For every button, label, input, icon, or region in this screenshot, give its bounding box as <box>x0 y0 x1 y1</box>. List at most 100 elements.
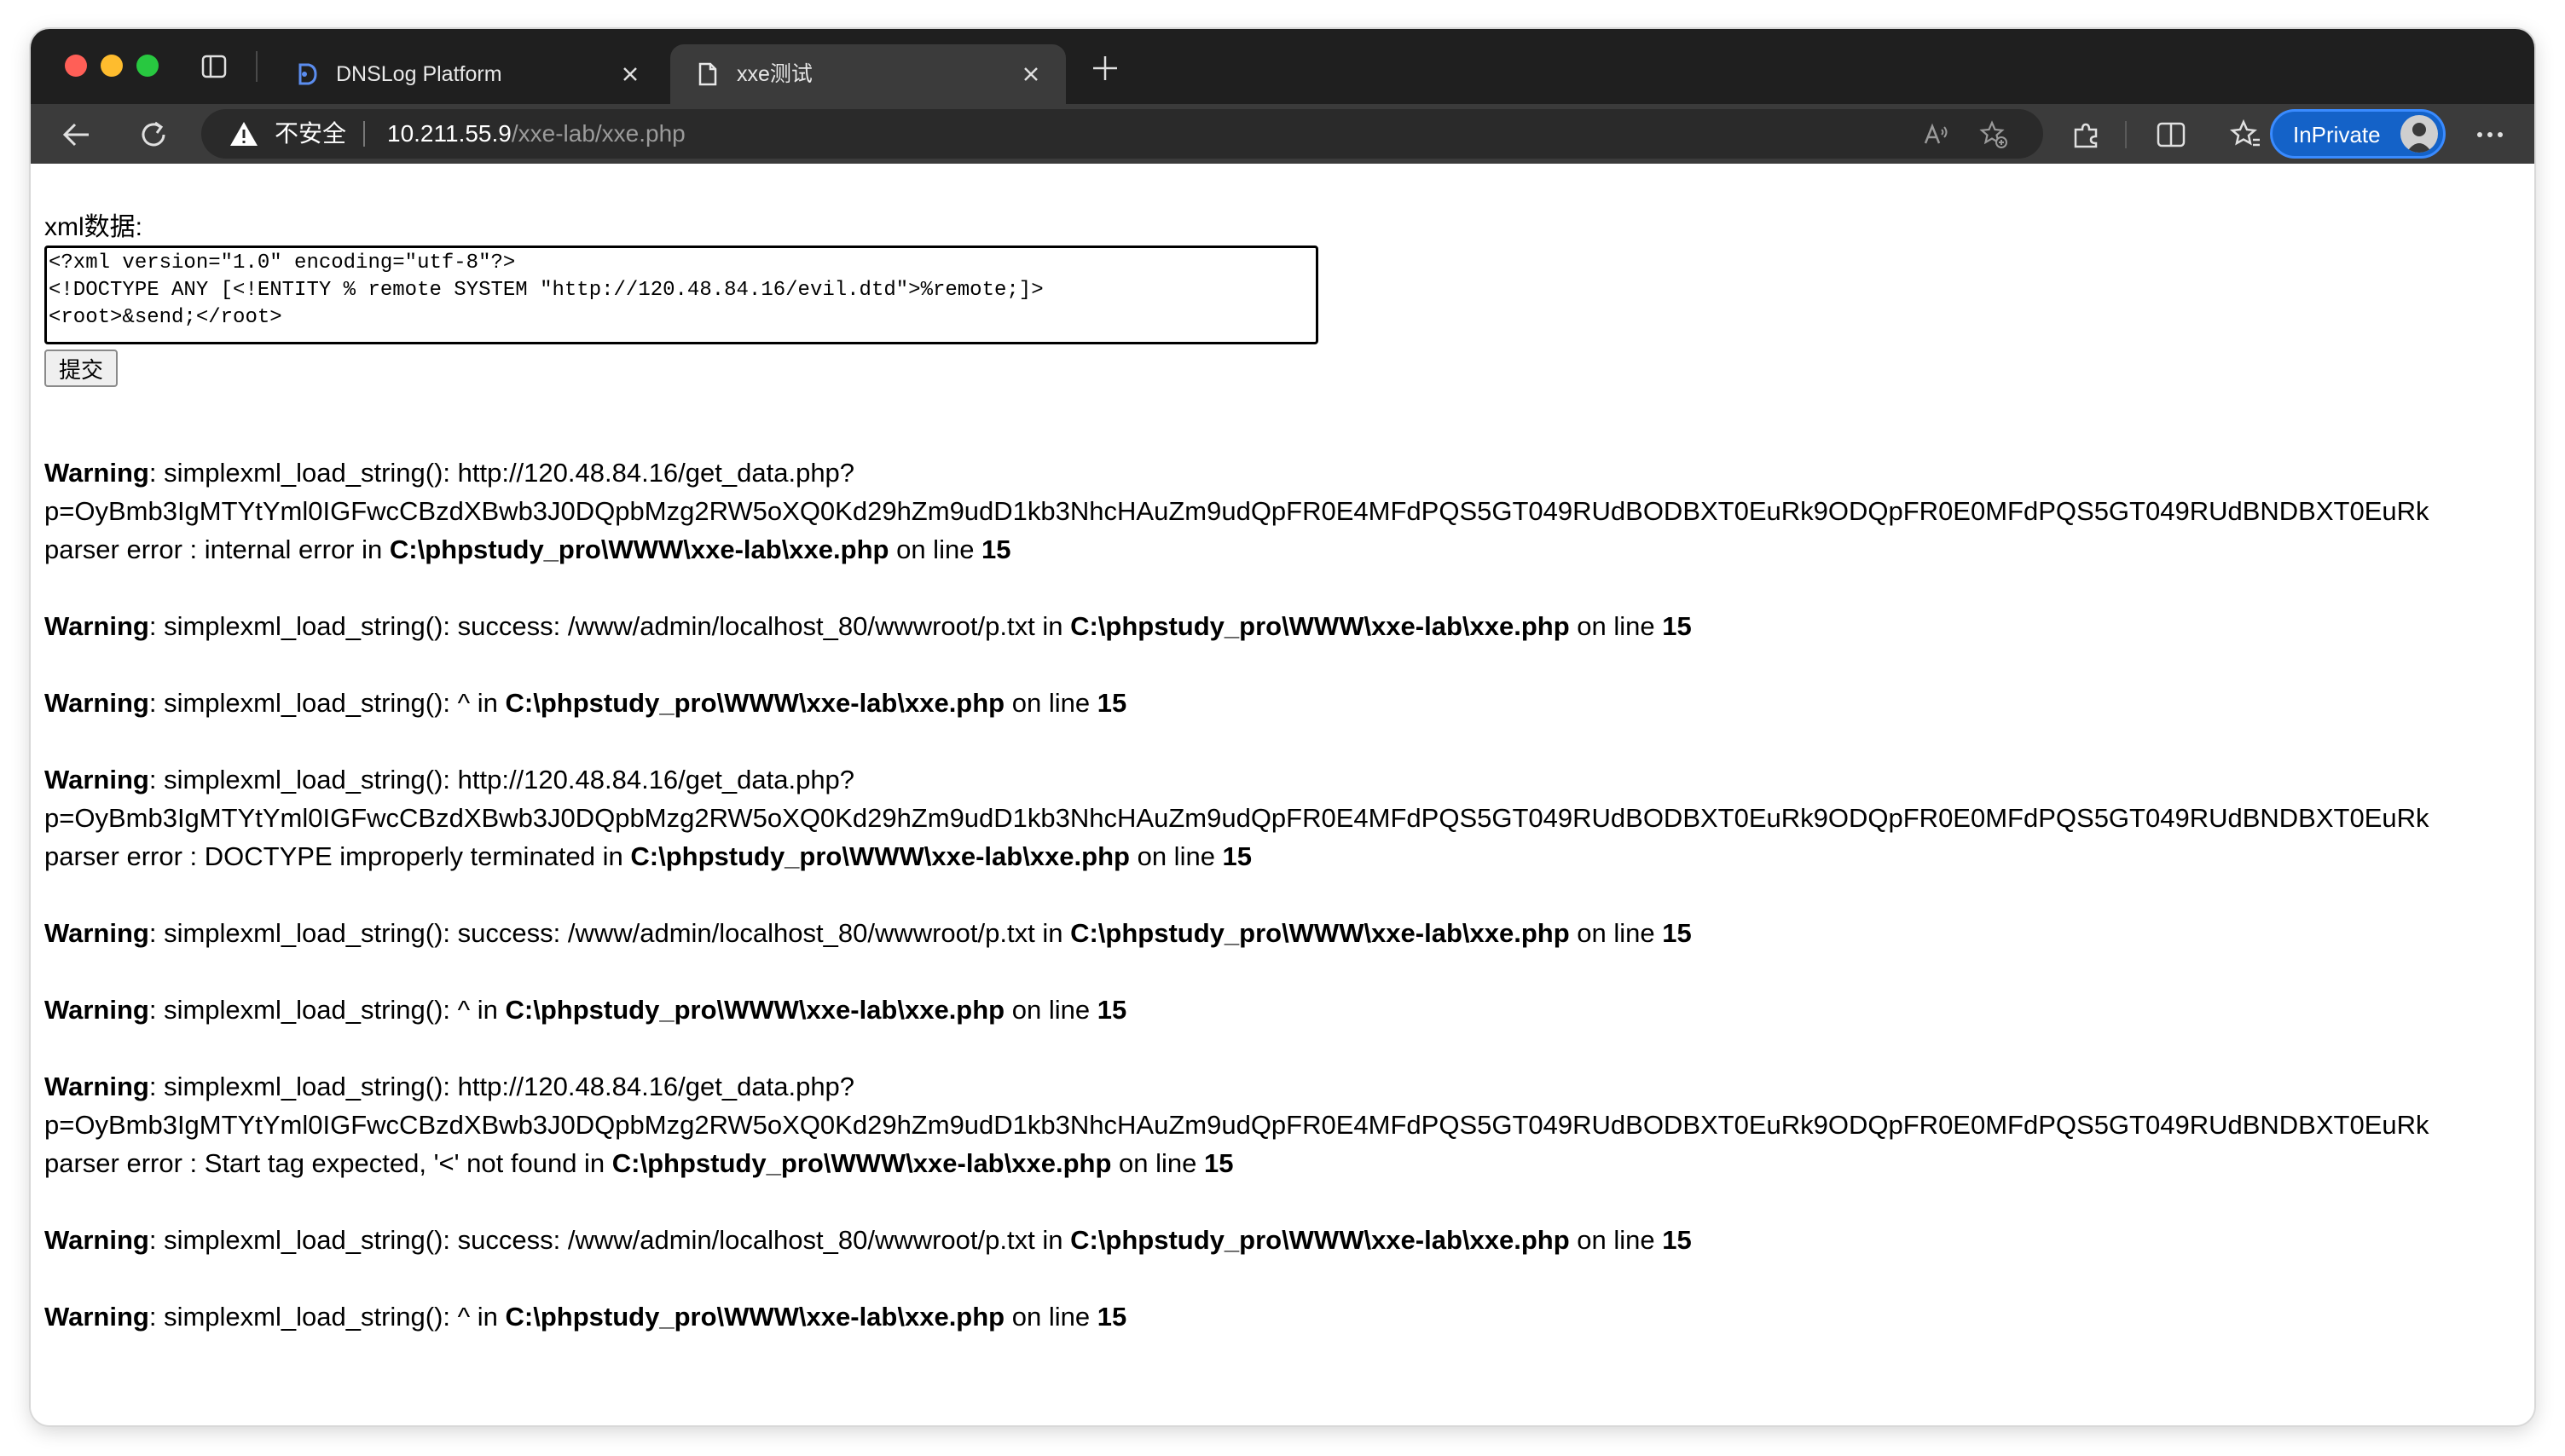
file-path: C:\phpstudy_pro\WWW\xxe-lab\xxe.php <box>1070 611 1570 641</box>
warning-message: Warning: simplexml_load_string(): succes… <box>44 607 2534 645</box>
tab-xxe[interactable]: xxe测试 <box>670 44 1066 104</box>
warning-line: parser error : internal error in C:\phps… <box>44 530 2534 569</box>
close-icon[interactable] <box>617 61 643 87</box>
warning-text: on line <box>1569 1225 1663 1255</box>
address-separator <box>363 121 365 147</box>
warning-line: Warning: simplexml_load_string(): succes… <box>44 1221 2534 1259</box>
tab-separator <box>256 51 258 82</box>
dnslog-favicon-icon <box>298 63 317 85</box>
minimize-window-button[interactable] <box>101 55 123 77</box>
warning-text: : simplexml_load_string(): success: /www… <box>148 918 1071 948</box>
warning-line: Warning: simplexml_load_string(): succes… <box>44 607 2534 645</box>
warning-text: : simplexml_load_string(): ^ in <box>148 1302 506 1332</box>
inprivate-label: InPrivate <box>2293 122 2381 147</box>
file-path: C:\phpstudy_pro\WWW\xxe-lab\xxe.php <box>505 688 1005 718</box>
warning-line: Warning: simplexml_load_string(): ^ in C… <box>44 1297 2534 1336</box>
warning-text: on line <box>1569 611 1663 641</box>
warning-text: : simplexml_load_string(): success: /www… <box>148 1225 1071 1255</box>
warning-text: on line <box>1129 841 1223 871</box>
line-number: 15 <box>1097 995 1127 1025</box>
line-number: 15 <box>1662 611 1692 641</box>
warning-message: Warning: simplexml_load_string(): succes… <box>44 1221 2534 1259</box>
xml-data-label: xml数据: <box>44 213 142 241</box>
warning-text: parser error : Start tag expected, '<' n… <box>44 1148 612 1178</box>
favorites-star-icon[interactable] <box>2229 118 2263 152</box>
warning-line: Warning: simplexml_load_string(): ^ in C… <box>44 991 2534 1029</box>
inprivate-button[interactable]: InPrivate <box>2270 109 2446 159</box>
back-arrow-icon[interactable] <box>58 116 96 153</box>
warning-text: on line <box>1569 918 1663 948</box>
close-window-button[interactable] <box>65 55 87 77</box>
tab-actions-icon[interactable] <box>201 55 227 78</box>
warning-text: on line <box>1005 688 1097 718</box>
warning-triangle-icon[interactable] <box>229 120 259 147</box>
warning-payload: p=OyBmb3IgMTYtYml0IGFwcCBzdXBwb3J0DQpbMz… <box>44 496 2429 526</box>
warning-message: Warning: simplexml_load_string(): ^ in C… <box>44 1297 2534 1336</box>
warning-label: Warning <box>44 765 149 794</box>
warning-label: Warning <box>44 1302 149 1332</box>
page-content: xml数据: <?xml version="1.0" encoding="utf… <box>31 164 2534 1425</box>
warning-label: Warning <box>44 611 149 641</box>
file-path: C:\phpstudy_pro\WWW\xxe-lab\xxe.php <box>1070 1225 1570 1255</box>
warning-label: Warning <box>44 688 149 718</box>
extensions-puzzle-icon[interactable] <box>2069 118 2103 152</box>
warning-line: Warning: simplexml_load_string(): http:/… <box>44 1067 2534 1106</box>
warning-text: : simplexml_load_string(): http://120.48… <box>148 458 855 488</box>
line-number: 15 <box>1222 841 1253 871</box>
file-path: C:\phpstudy_pro\WWW\xxe-lab\xxe.php <box>630 841 1130 871</box>
maximize-window-button[interactable] <box>136 55 159 77</box>
line-number: 15 <box>1662 1225 1692 1255</box>
tab-title: xxe测试 <box>737 62 813 86</box>
warning-line: Warning: simplexml_load_string(): http:/… <box>44 760 2534 799</box>
warning-line: Warning: simplexml_load_string(): http:/… <box>44 454 2534 492</box>
line-number: 15 <box>981 534 1011 564</box>
warning-text: on line <box>889 534 982 564</box>
line-number: 15 <box>1662 918 1692 948</box>
warning-line: Warning: simplexml_load_string(): ^ in C… <box>44 684 2534 722</box>
new-tab-plus-icon[interactable] <box>1088 51 1122 85</box>
warning-payload: p=OyBmb3IgMTYtYml0IGFwcCBzdXBwb3J0DQpbMz… <box>44 803 2429 833</box>
line-number: 15 <box>1097 688 1127 718</box>
file-path: C:\phpstudy_pro\WWW\xxe-lab\xxe.php <box>505 995 1005 1025</box>
toolbar-separator <box>2125 121 2127 148</box>
warning-text: on line <box>1005 1302 1097 1332</box>
warning-text: parser error : internal error in <box>44 534 390 564</box>
warning-payload: p=OyBmb3IgMTYtYml0IGFwcCBzdXBwb3J0DQpbMz… <box>44 1110 2429 1140</box>
warning-text: : simplexml_load_string(): http://120.48… <box>148 1072 855 1101</box>
url-path: /xxe-lab/xxe.php <box>511 120 686 147</box>
tab-strip: DNSLog Platform xxe测试 <box>31 29 2534 104</box>
warning-text: on line <box>1005 995 1097 1025</box>
close-icon[interactable] <box>1018 61 1044 87</box>
warning-label: Warning <box>44 1072 149 1101</box>
line-number: 15 <box>1203 1148 1234 1178</box>
warning-text: : simplexml_load_string(): success: /www… <box>148 611 1071 641</box>
page-favicon-icon <box>698 62 717 86</box>
profile-avatar-icon <box>2400 115 2438 153</box>
warning-text: parser error : DOCTYPE improperly termin… <box>44 841 631 871</box>
browser-window: DNSLog Platform xxe测试 不安全 10.211.55.9/xx… <box>31 29 2534 1425</box>
url-text[interactable]: 10.211.55.9/xxe-lab/xxe.php <box>387 120 686 147</box>
tab-dnslog[interactable]: DNSLog Platform <box>269 44 665 104</box>
add-favorite-star-icon[interactable] <box>1978 119 2009 150</box>
warning-label: Warning <box>44 995 149 1025</box>
warning-message: Warning: simplexml_load_string(): http:/… <box>44 1067 2534 1182</box>
warning-output: Warning: simplexml_load_string(): http:/… <box>44 454 2534 1374</box>
split-screen-icon[interactable] <box>2154 118 2188 152</box>
warning-label: Warning <box>44 1225 149 1255</box>
address-bar[interactable]: 不安全 10.211.55.9/xxe-lab/xxe.php <box>201 109 2043 159</box>
warning-text: : simplexml_load_string(): ^ in <box>148 995 506 1025</box>
more-options-icon[interactable] <box>2473 123 2507 147</box>
file-path: C:\phpstudy_pro\WWW\xxe-lab\xxe.php <box>611 1148 1112 1178</box>
file-path: C:\phpstudy_pro\WWW\xxe-lab\xxe.php <box>505 1302 1005 1332</box>
read-aloud-icon[interactable] <box>1920 119 1951 150</box>
warning-label: Warning <box>44 918 149 948</box>
reload-icon[interactable] <box>135 116 172 153</box>
warning-line: Warning: simplexml_load_string(): succes… <box>44 914 2534 952</box>
submit-button[interactable]: 提交 <box>44 350 118 387</box>
warning-text: on line <box>1111 1148 1204 1178</box>
warning-message: Warning: simplexml_load_string(): succes… <box>44 914 2534 952</box>
security-status-label[interactable]: 不安全 <box>275 120 346 147</box>
xml-input[interactable]: <?xml version="1.0" encoding="utf-8"?> <… <box>44 246 1318 344</box>
warning-label: Warning <box>44 458 149 488</box>
warning-text: : simplexml_load_string(): ^ in <box>148 688 506 718</box>
